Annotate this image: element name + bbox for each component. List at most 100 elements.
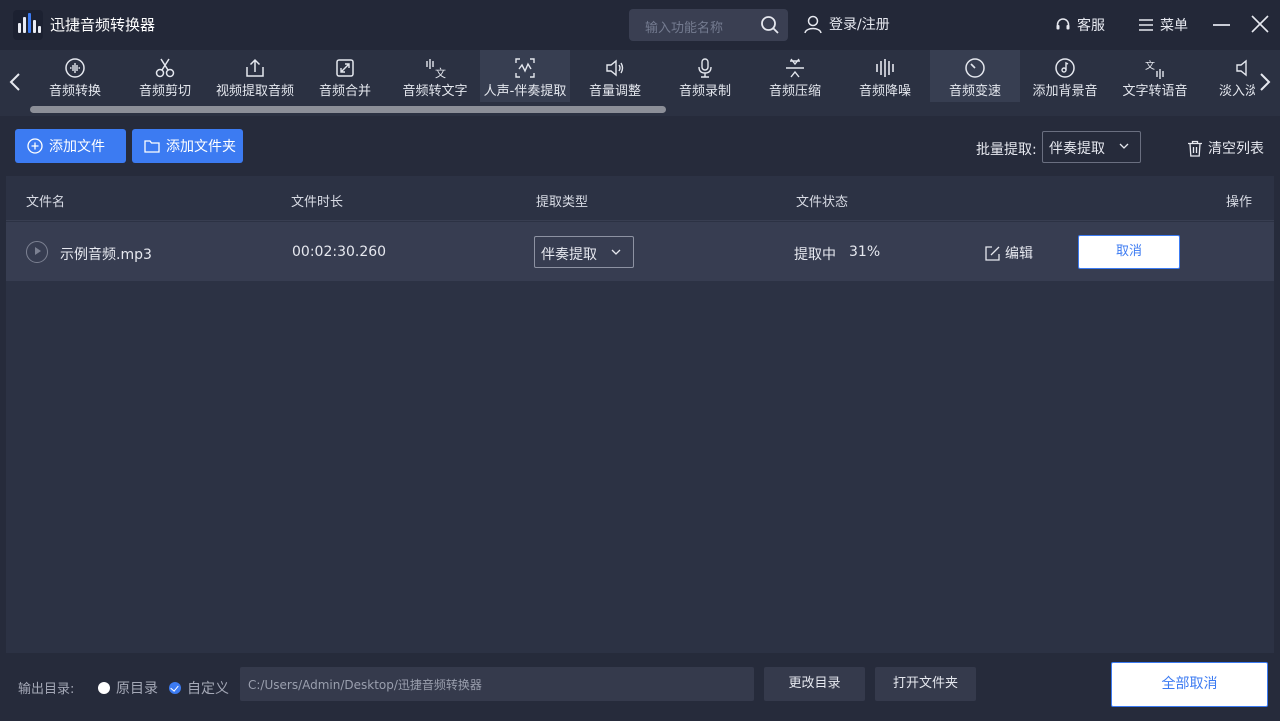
music-disc-icon — [1055, 58, 1075, 78]
clear-list-button[interactable]: 清空列表 — [1187, 138, 1264, 158]
tool-noise-reduce[interactable]: 音频降噪 — [840, 50, 930, 102]
tool-audio-record[interactable]: 音频录制 — [660, 50, 750, 102]
batch-extract-value: 伴奏提取 — [1049, 141, 1105, 157]
tool-label: 音频变速 — [948, 84, 1001, 99]
login-button[interactable]: 登录/注册 — [803, 14, 890, 34]
radio-custom-label: 自定义 — [187, 681, 229, 697]
tool-label: 音频剪切 — [138, 84, 191, 99]
service-button[interactable]: 客服 — [1055, 15, 1105, 35]
chevron-down-icon — [1119, 143, 1129, 149]
tool-label: 添加背景音 — [1032, 84, 1098, 99]
merge-arrows-icon — [336, 59, 354, 77]
footer-bar: 输出目录: 原目录 自定义 C:/Users/Admin/Desktop/迅捷音… — [0, 653, 1280, 721]
tool-label: 人声-伴奏提取 — [483, 84, 567, 99]
user-icon — [804, 15, 822, 34]
trash-icon — [1188, 140, 1202, 157]
batch-extract-select[interactable]: 伴奏提取 — [1042, 131, 1141, 163]
speech-to-text-icon: 文 — [426, 59, 446, 79]
cancel-all-button[interactable]: 全部取消 — [1111, 662, 1268, 707]
edit-button[interactable]: 编辑 — [984, 243, 1033, 263]
service-label: 客服 — [1077, 18, 1105, 34]
radio-custom-dir[interactable]: 自定义 — [169, 678, 229, 698]
minimize-button[interactable] — [1213, 24, 1230, 26]
header-status: 文件状态 — [796, 195, 849, 210]
add-file-button[interactable]: 添加文件 — [15, 129, 126, 163]
radio-original-dir[interactable]: 原目录 — [98, 678, 158, 698]
tool-label: 视频提取音频 — [215, 84, 294, 99]
file-name: 示例音频.mp3 — [60, 247, 152, 263]
svg-text:文: 文 — [435, 66, 446, 79]
toolbar-scrollbar[interactable] — [30, 106, 666, 113]
add-folder-label: 添加文件夹 — [166, 139, 236, 155]
output-dir-label: 输出目录: — [18, 682, 75, 697]
search-input[interactable]: 输入功能名称 — [645, 17, 723, 36]
vocal-extract-icon — [515, 58, 535, 78]
tool-label: 音频压缩 — [768, 84, 821, 99]
clear-list-label: 清空列表 — [1208, 141, 1264, 157]
table-row[interactable]: 示例音频.mp3 00:02:30.260 伴奏提取 提取中 31% 编辑 取消 — [6, 222, 1274, 281]
cancel-button[interactable]: 取消 — [1078, 235, 1180, 269]
search-box[interactable]: 输入功能名称 — [629, 9, 788, 41]
action-bar: 添加文件 添加文件夹 批量提取: 伴奏提取 清空列表 — [0, 116, 1280, 176]
tool-label: 淡入淡出 — [1218, 84, 1255, 99]
tool-speed-change[interactable]: 音频变速 — [930, 50, 1020, 102]
chevron-left-icon[interactable] — [8, 72, 22, 92]
tool-audio-cut[interactable]: 音频剪切 — [120, 50, 210, 102]
speaker-icon — [606, 59, 624, 77]
hamburger-icon — [1139, 19, 1153, 31]
header-duration: 文件时长 — [291, 195, 344, 210]
file-duration: 00:02:30.260 — [292, 244, 387, 260]
add-file-label: 添加文件 — [49, 139, 105, 155]
menu-label: 菜单 — [1160, 18, 1188, 34]
batch-extract-label: 批量提取: — [976, 142, 1037, 158]
extract-type-select[interactable]: 伴奏提取 — [534, 236, 634, 268]
login-label: 登录/注册 — [829, 17, 890, 33]
menu-button[interactable]: 菜单 — [1138, 15, 1188, 35]
file-status: 提取中 — [794, 247, 836, 263]
tool-audio-convert[interactable]: 音频转换 — [30, 50, 120, 102]
output-path-field[interactable]: C:/Users/Admin/Desktop/迅捷音频转换器 — [240, 667, 754, 701]
plus-circle-icon — [27, 138, 43, 154]
open-folder-button[interactable]: 打开文件夹 — [875, 667, 976, 701]
tool-text-to-speech[interactable]: 文 文字转语音 — [1110, 50, 1200, 102]
tool-list: 音频转换 音频剪切 视频提取音频 音频合并 文 音频转文字 人声-伴奏提取 音量… — [30, 50, 1255, 102]
chevron-down-icon — [611, 249, 621, 255]
tool-audio-to-text[interactable]: 文 音频转文字 — [390, 50, 480, 102]
search-icon[interactable] — [760, 15, 780, 35]
app-title: 迅捷音频转换器 — [50, 16, 156, 34]
tool-volume-adjust[interactable]: 音量调整 — [570, 50, 660, 102]
microphone-icon — [698, 58, 712, 78]
tool-audio-compress[interactable]: 音频压缩 — [750, 50, 840, 102]
close-icon[interactable] — [1250, 14, 1270, 34]
edit-icon — [985, 245, 1000, 261]
tool-label: 音频转文字 — [402, 84, 468, 99]
title-bar: 迅捷音频转换器 输入功能名称 登录/注册 客服 菜单 — [0, 0, 1280, 50]
equalizer-icon — [876, 59, 894, 77]
tool-label: 音量调整 — [588, 84, 641, 99]
radio-checked-icon — [169, 682, 181, 694]
waveform-circle-icon — [65, 58, 85, 78]
change-dir-button[interactable]: 更改目录 — [764, 667, 865, 701]
tool-video-extract-audio[interactable]: 视频提取音频 — [210, 50, 300, 102]
tool-audio-merge[interactable]: 音频合并 — [300, 50, 390, 102]
play-icon[interactable] — [26, 241, 48, 263]
tool-vocal-extract[interactable]: 人声-伴奏提取 — [480, 50, 570, 102]
app-logo — [13, 10, 43, 40]
tool-fade[interactable]: 淡入淡出 — [1200, 50, 1255, 102]
compress-icon — [786, 58, 804, 78]
headset-icon — [1056, 18, 1070, 30]
file-table: 文件名 文件时长 提取类型 文件状态 操作 示例音频.mp3 00:02:30.… — [6, 176, 1274, 653]
chevron-right-icon[interactable] — [1258, 72, 1272, 92]
extract-type-value: 伴奏提取 — [541, 247, 597, 263]
header-operation: 操作 — [1226, 195, 1253, 210]
svg-text:文: 文 — [1145, 59, 1155, 72]
fade-icon — [1236, 59, 1247, 77]
text-to-speech-icon: 文 — [1145, 59, 1164, 79]
header-extract-type: 提取类型 — [536, 195, 589, 210]
tool-label: 音频降噪 — [858, 84, 911, 99]
speed-dial-icon — [965, 58, 985, 78]
add-folder-button[interactable]: 添加文件夹 — [132, 129, 243, 163]
tool-add-background-music[interactable]: 添加背景音 — [1020, 50, 1110, 102]
tool-label: 音频合并 — [318, 84, 371, 99]
header-file-name: 文件名 — [26, 195, 66, 210]
